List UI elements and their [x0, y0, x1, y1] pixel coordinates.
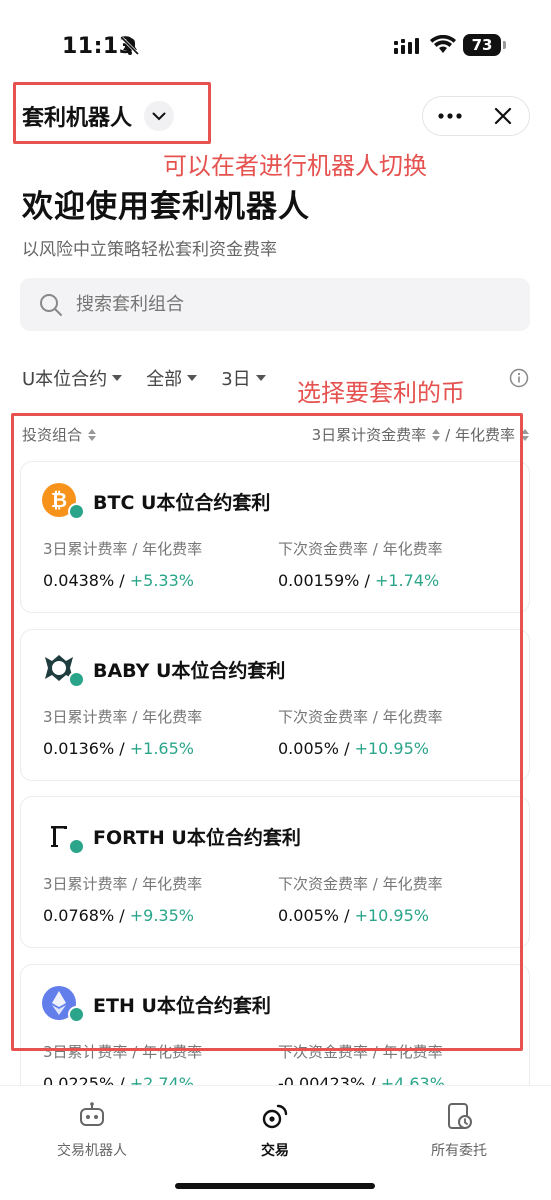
filter-label: 全部 — [146, 369, 183, 390]
search-icon — [40, 293, 62, 316]
more-icon — [437, 113, 462, 119]
filter-label: U本位合约 — [22, 369, 108, 390]
filter-bar: U本位合约 全部 3日 — [22, 366, 290, 390]
nav-label: 交易机器人 — [57, 1143, 127, 1159]
filter-scope[interactable]: 全部 — [146, 365, 198, 391]
caret-down-icon — [187, 375, 198, 381]
status-bar: 11:13 73 — [0, 0, 551, 80]
orders-icon — [448, 1103, 472, 1129]
nav-label: 交易 — [261, 1143, 289, 1159]
nav-trading-bots[interactable]: 交易机器人 — [32, 1100, 152, 1160]
battery-indicator: 73 — [463, 34, 501, 56]
page-subtitle: 以风险中立策略轻松套利资金费率 — [22, 240, 277, 260]
header-actions — [422, 96, 530, 136]
nav-trade[interactable]: 交易 — [215, 1100, 335, 1160]
filter-period[interactable]: 3日 — [221, 365, 266, 391]
search-input[interactable] — [76, 294, 496, 315]
wifi-icon — [430, 35, 456, 53]
close-button[interactable] — [476, 97, 529, 135]
search-box[interactable] — [20, 278, 530, 331]
filter-label: 3日 — [221, 369, 251, 390]
caret-down-icon — [112, 375, 123, 381]
annotation-box-switcher — [13, 82, 211, 144]
caret-down-icon — [255, 375, 266, 381]
close-icon — [494, 107, 511, 125]
annotation-switch-note: 可以在者进行机器人切换 — [163, 152, 427, 180]
trade-icon — [262, 1104, 288, 1129]
home-indicator — [175, 1183, 375, 1189]
nav-label: 所有委托 — [431, 1143, 487, 1159]
filter-contract-type[interactable]: U本位合约 — [22, 365, 123, 391]
robot-icon — [80, 1102, 104, 1126]
more-button[interactable] — [423, 97, 476, 135]
nav-all-orders[interactable]: 所有委托 — [399, 1100, 519, 1160]
info-icon[interactable] — [509, 368, 529, 388]
battery-tip — [503, 41, 506, 49]
page-title: 欢迎使用套利机器人 — [22, 189, 310, 225]
annotation-select-note: 选择要套利的币 — [297, 379, 465, 407]
bell-muted-icon — [120, 36, 140, 56]
annotation-box-list — [11, 413, 523, 1051]
signal-icon — [394, 38, 419, 54]
